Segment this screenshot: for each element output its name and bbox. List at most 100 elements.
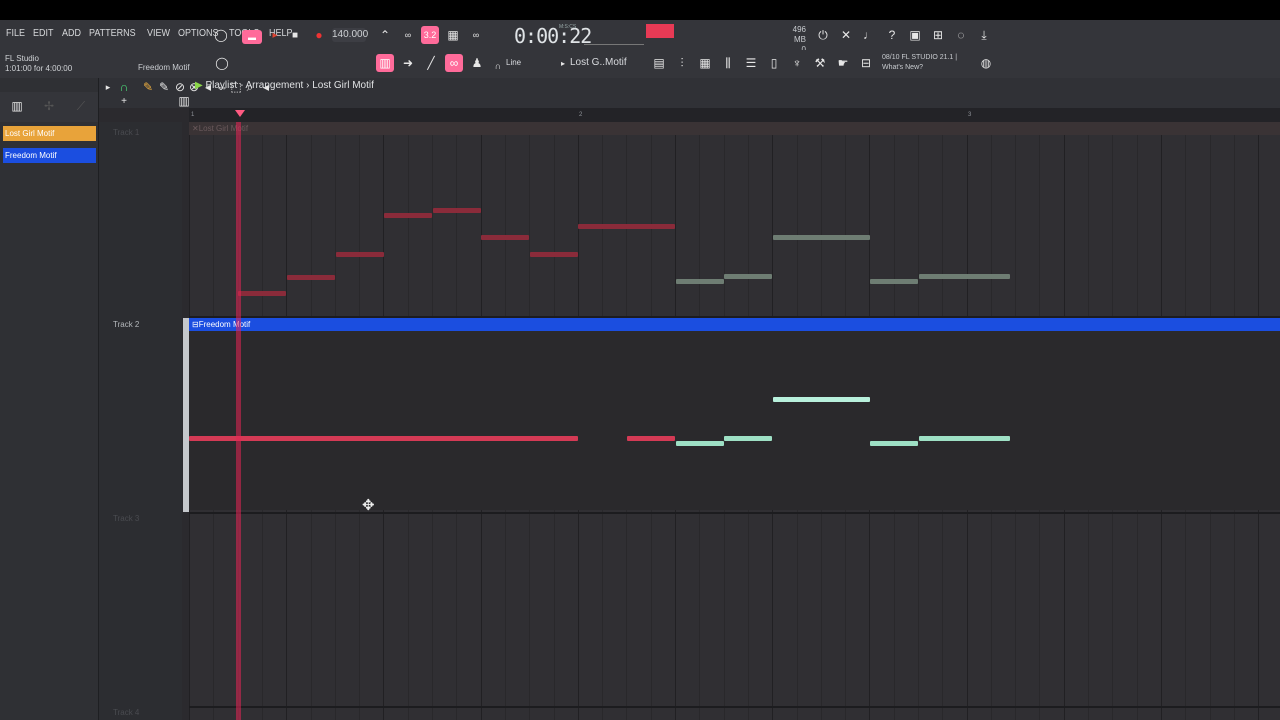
blend-notes-icon[interactable]: ∞	[467, 26, 485, 44]
browser-panel	[0, 78, 99, 720]
note[interactable]	[481, 235, 529, 240]
master-volume-knob-icon[interactable]: ◯	[212, 26, 230, 44]
pitch-knob-icon[interactable]: ◯	[213, 54, 231, 72]
track-lane-4[interactable]	[189, 708, 1280, 720]
power-icon[interactable]: ⏻	[814, 26, 832, 44]
note[interactable]	[627, 436, 675, 441]
note[interactable]	[773, 235, 870, 240]
browser-icon[interactable]: ☰	[742, 54, 760, 72]
snap-selector[interactable]: Line	[506, 58, 521, 67]
wait-input-icon[interactable]: ∞	[399, 26, 417, 44]
note[interactable]	[919, 274, 1010, 279]
playlist-tracks[interactable]: ✕Lost Girl Motif ⊟Freedom Motif	[189, 122, 1280, 720]
playhead-marker-icon[interactable]	[235, 110, 245, 117]
note[interactable]	[287, 275, 335, 280]
oscilloscope-display	[584, 26, 644, 45]
note[interactable]	[336, 252, 384, 257]
note[interactable]	[870, 279, 918, 284]
note[interactable]	[530, 252, 578, 257]
note[interactable]	[189, 436, 578, 441]
track-lane-2[interactable]: ⊟Freedom Motif	[189, 318, 1280, 512]
plugin-icon[interactable]: ⊞	[929, 26, 947, 44]
note[interactable]	[433, 208, 481, 213]
note[interactable]	[578, 224, 675, 229]
channel-rack-icon[interactable]: ⫶	[673, 54, 691, 72]
pattern-item-lost-girl[interactable]: Lost Girl Motif	[3, 126, 96, 141]
record-button[interactable]: ●	[310, 26, 328, 44]
menu-file[interactable]: FILE	[6, 28, 25, 39]
track-label-4[interactable]: Track 4	[113, 708, 139, 717]
close-icon[interactable]: ✕	[837, 26, 855, 44]
playhead[interactable]	[236, 122, 241, 720]
magnet-icon[interactable]: ∩	[489, 57, 507, 75]
menu-patterns[interactable]: PATTERNS	[89, 28, 136, 39]
save-icon[interactable]: ▣	[906, 26, 924, 44]
note[interactable]	[773, 397, 870, 402]
arrow-icon[interactable]: ➜	[399, 54, 417, 72]
pattern-selector[interactable]: Lost G..Motif	[566, 55, 634, 71]
globe-icon[interactable]: ◍	[977, 54, 995, 72]
note[interactable]	[919, 436, 1010, 441]
play-button[interactable]: ▸	[266, 26, 284, 44]
note[interactable]	[870, 441, 918, 446]
bar-marker: 3	[968, 112, 972, 118]
pencil-icon[interactable]: ╱	[422, 54, 440, 72]
news-panel[interactable]: 08/10 FL STUDIO 21.1 | What's New?	[882, 53, 957, 73]
touch-icon[interactable]: ☛	[834, 54, 852, 72]
step-edit-icon[interactable]: ▦	[444, 26, 462, 44]
piano-icon[interactable]: ▥	[8, 97, 26, 115]
playlist-icon[interactable]: ▤	[650, 54, 668, 72]
chat-icon[interactable]: ◌	[952, 26, 970, 44]
piano-roll-icon[interactable]: ▥	[376, 54, 394, 72]
note[interactable]	[724, 436, 772, 441]
clip-close-icon[interactable]: ✕	[192, 124, 199, 133]
track-lane-3[interactable]	[189, 514, 1280, 708]
countdown-icon[interactable]: 3.2	[421, 26, 439, 44]
time-unit-label: M:S:CS	[559, 24, 577, 30]
menu-add[interactable]: ADD	[62, 28, 81, 39]
tempo-display[interactable]: 140.000	[332, 28, 368, 42]
clip-header-freedom[interactable]: ⊟Freedom Motif	[189, 318, 1280, 331]
window-topbar	[0, 0, 1280, 20]
clip-menu-icon[interactable]: ⊟	[192, 320, 199, 329]
song-time-display[interactable]: 0:00:22	[514, 24, 592, 48]
track-lane-1[interactable]: ✕Lost Girl Motif	[189, 122, 1280, 316]
piano-roll-window-icon[interactable]: ▦	[696, 54, 714, 72]
link-icon[interactable]: ∞	[445, 54, 463, 72]
track-label-1[interactable]: Track 1	[113, 128, 139, 137]
menu-edit[interactable]: EDIT	[33, 28, 54, 39]
tools-icon[interactable]: ⚒	[811, 54, 829, 72]
note[interactable]	[724, 274, 772, 279]
note[interactable]	[676, 441, 724, 446]
timeline-ruler[interactable]: 1 2 3	[189, 108, 1280, 122]
clip-header-lost-girl[interactable]: ✕Lost Girl Motif	[189, 122, 1280, 135]
edit-pattern-icon[interactable]: ⟋	[72, 97, 90, 115]
plugin-picker-icon[interactable]: ♆	[788, 54, 806, 72]
menu-view[interactable]: VIEW	[147, 28, 170, 39]
note[interactable]	[384, 213, 432, 218]
note[interactable]	[676, 279, 724, 284]
microphone-icon[interactable]: ♩	[860, 26, 878, 44]
clip-freedom[interactable]	[189, 331, 1280, 510]
shop-icon[interactable]: ⊟	[857, 54, 875, 72]
file-icon[interactable]: ▯	[765, 54, 783, 72]
pat-song-toggle-icon[interactable]: ▬	[242, 30, 262, 44]
track-label-2[interactable]: Track 2	[113, 320, 139, 329]
track-label-3[interactable]: Track 3	[113, 514, 139, 523]
download-icon[interactable]: ⤓	[975, 26, 993, 44]
add-track-icon[interactable]: +	[115, 92, 133, 110]
browser-toolbar: ▥ ✢ ⟋	[0, 92, 98, 122]
add-pattern-icon[interactable]: ✢	[40, 97, 58, 115]
pattern-item-freedom[interactable]: Freedom Motif	[3, 148, 96, 163]
breadcrumb[interactable]: ▶ Playlist - Arrangement › Lost Girl Mot…	[195, 80, 374, 91]
secondary-toolbar	[0, 50, 1280, 78]
metronome-icon[interactable]: ⌃	[376, 26, 394, 44]
current-pattern-label: Freedom Motif	[138, 63, 190, 72]
move-cursor-icon: ✥	[362, 497, 375, 514]
help-icon[interactable]: ?	[883, 26, 901, 44]
clip-lost-girl[interactable]	[189, 135, 1280, 316]
note[interactable]	[238, 291, 286, 296]
mixer-icon[interactable]: ⫼	[719, 54, 737, 72]
stamp-icon[interactable]: ♟	[468, 54, 486, 72]
stop-button[interactable]: ■	[286, 26, 304, 44]
